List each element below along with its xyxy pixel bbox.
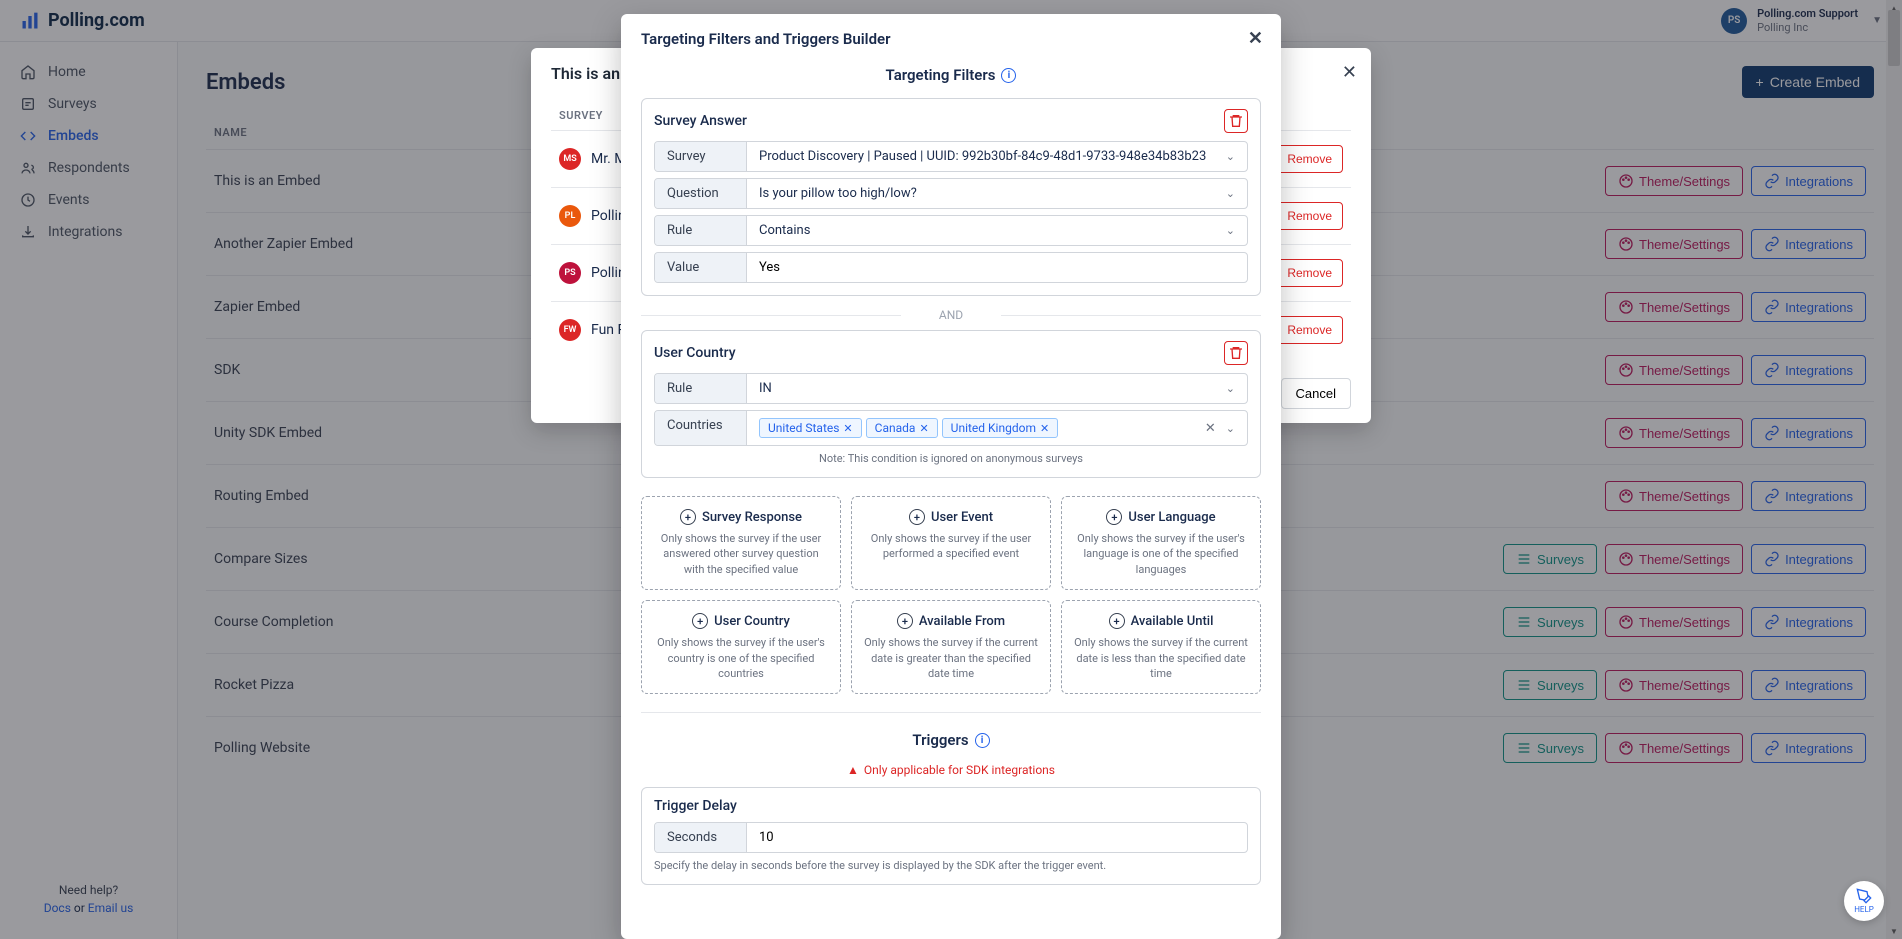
option-label: User Country: [714, 614, 790, 629]
seconds-input[interactable]: [759, 830, 1235, 845]
trash-icon: [1228, 113, 1244, 129]
country-tag: Canada✕: [866, 418, 938, 438]
pen-icon: [1856, 888, 1872, 904]
countries-multiselect[interactable]: Countries United States✕Canada✕United Ki…: [654, 410, 1248, 446]
targeting-modal: Targeting Filters and Triggers Builder ✕…: [621, 14, 1281, 939]
rule-select[interactable]: Rule Contains⌄: [654, 215, 1248, 246]
close-icon[interactable]: ✕: [1342, 62, 1357, 83]
info-icon[interactable]: i: [1001, 68, 1016, 83]
sdk-warning: ▲ Only applicable for SDK integrations: [641, 763, 1261, 777]
add-filter-option[interactable]: + Available Until Only shows the survey if…: [1061, 600, 1261, 694]
plus-icon: +: [680, 509, 696, 525]
option-desc: Only shows the survey if the current dat…: [1072, 635, 1250, 681]
option-label: User Event: [931, 510, 993, 525]
clear-icon[interactable]: ✕: [1205, 421, 1216, 436]
triggers-section-title: Triggers i: [641, 731, 1261, 749]
country-rule-select[interactable]: Rule IN⌄: [654, 373, 1248, 404]
add-filter-option[interactable]: + User Country Only shows the survey if th…: [641, 600, 841, 694]
chevron-down-icon: ⌄: [1226, 422, 1235, 435]
survey-badge: FW: [559, 319, 581, 341]
add-filter-option[interactable]: + User Language Only shows the survey if t…: [1061, 496, 1261, 590]
country-tag: United States✕: [759, 418, 862, 438]
country-note: Note: This condition is ignored on anony…: [654, 452, 1248, 465]
option-desc: Only shows the survey if the current dat…: [862, 635, 1040, 681]
and-separator: AND: [641, 308, 1261, 322]
survey-badge: PL: [559, 205, 581, 227]
close-icon[interactable]: ✕: [1248, 28, 1263, 49]
survey-select[interactable]: Survey Product Discovery | Paused | UUID…: [654, 141, 1248, 172]
plus-icon: +: [897, 613, 913, 629]
option-desc: Only shows the survey if the user's coun…: [652, 635, 830, 681]
delete-filter-button[interactable]: [1224, 341, 1248, 365]
survey-badge: MS: [559, 148, 581, 170]
survey-badge: PS: [559, 262, 581, 284]
option-label: Available Until: [1131, 614, 1214, 629]
remove-tag-icon[interactable]: ✕: [843, 422, 852, 435]
user-country-card: User Country Rule IN⌄ Countries United S…: [641, 330, 1261, 478]
remove-tag-icon[interactable]: ✕: [919, 422, 928, 435]
plus-icon: +: [1109, 613, 1125, 629]
option-label: Available From: [919, 614, 1005, 629]
cancel-button[interactable]: Cancel: [1281, 378, 1351, 409]
option-label: User Language: [1128, 510, 1215, 525]
trigger-desc: Specify the delay in seconds before the …: [654, 859, 1248, 872]
warning-icon: ▲: [847, 763, 859, 777]
question-select[interactable]: Question Is your pillow too high/low?⌄: [654, 178, 1248, 209]
country-tag: United Kingdom✕: [942, 418, 1059, 438]
trigger-delay-card: Trigger Delay Seconds Specify the delay …: [641, 787, 1261, 885]
chevron-down-icon: ⌄: [1226, 187, 1235, 200]
delete-filter-button[interactable]: [1224, 109, 1248, 133]
option-label: Survey Response: [702, 510, 802, 525]
option-desc: Only shows the survey if the user perfor…: [862, 531, 1040, 562]
value-input[interactable]: [759, 260, 1235, 275]
remove-tag-icon[interactable]: ✕: [1040, 422, 1049, 435]
survey-answer-card: Survey Answer Survey Product Discovery |…: [641, 98, 1261, 296]
seconds-input-row: Seconds: [654, 822, 1248, 853]
help-widget[interactable]: HELP: [1844, 881, 1884, 921]
info-icon[interactable]: i: [975, 733, 990, 748]
card-title: User Country: [654, 345, 736, 361]
chevron-down-icon: ⌄: [1226, 224, 1235, 237]
add-filter-option[interactable]: + Available From Only shows the survey if …: [851, 600, 1051, 694]
plus-icon: +: [909, 509, 925, 525]
card-title: Trigger Delay: [654, 798, 1248, 814]
modal-title: Targeting Filters and Triggers Builder: [641, 30, 891, 48]
chevron-down-icon: ⌄: [1226, 150, 1235, 163]
plus-icon: +: [1106, 509, 1122, 525]
add-filter-option[interactable]: + User Event Only shows the survey if the …: [851, 496, 1051, 590]
chevron-down-icon: ⌄: [1226, 382, 1235, 395]
add-filter-option[interactable]: + Survey Response Only shows the survey if…: [641, 496, 841, 590]
card-title: Survey Answer: [654, 113, 747, 129]
option-desc: Only shows the survey if the user answer…: [652, 531, 830, 577]
filters-section-title: Targeting Filters i: [641, 66, 1261, 84]
value-input-row: Value: [654, 252, 1248, 283]
trash-icon: [1228, 345, 1244, 361]
option-desc: Only shows the survey if the user's lang…: [1072, 531, 1250, 577]
plus-icon: +: [692, 613, 708, 629]
